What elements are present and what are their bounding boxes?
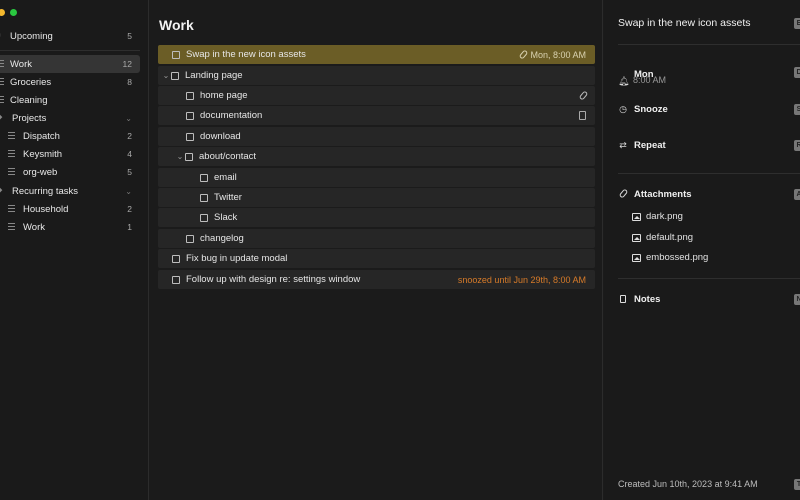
list-icon — [8, 223, 15, 231]
task-row[interactable]: ⌄ Landing page — [158, 66, 595, 85]
paperclip-icon — [618, 188, 628, 200]
sidebar-item-dispatch[interactable]: Dispatch 2 — [0, 127, 140, 145]
sidebar: ◌ Upcoming 5 Work 12 Groceries 8 Cleanin… — [0, 0, 149, 500]
list-icon — [0, 96, 4, 104]
sidebar-item-household[interactable]: Household 2 — [0, 200, 140, 218]
sidebar-item-work[interactable]: Work 12 — [0, 55, 140, 73]
task-row[interactable]: download — [158, 127, 595, 146]
list-icon — [0, 78, 4, 86]
task-row[interactable]: email — [158, 168, 595, 187]
due-date: Mon, 8:00 AM — [530, 49, 586, 60]
task-row[interactable]: home page — [158, 86, 595, 105]
list-icon — [8, 150, 15, 158]
task-detail-panel: Swap in the new icon assets E 🔔︎ Mon 8:0… — [604, 0, 800, 500]
sidebar-item-upcoming[interactable]: ◌ Upcoming 5 — [0, 27, 140, 45]
snooze-row[interactable]: ◷ Snooze — [618, 104, 668, 115]
zoom-button[interactable] — [10, 9, 17, 16]
task-checkbox[interactable] — [171, 71, 179, 80]
created-timestamp: Created Jun 10th, 2023 at 9:41 AM — [618, 479, 758, 489]
folder-icon: ◆ — [0, 187, 4, 195]
sidebar-item-keysmith[interactable]: Keysmith 4 — [0, 145, 140, 163]
task-checkbox[interactable] — [186, 91, 194, 100]
notes-row[interactable]: Notes — [618, 294, 660, 305]
attachment-item[interactable]: dark.png — [632, 211, 683, 222]
task-checkbox[interactable] — [172, 275, 180, 284]
divider — [618, 278, 800, 279]
document-icon — [579, 111, 586, 120]
sidebar-divider — [0, 50, 140, 51]
task-row[interactable]: Follow up with design re: settings windo… — [158, 270, 595, 289]
task-checkbox[interactable] — [172, 254, 180, 263]
task-row[interactable]: Fix bug in update modal — [158, 249, 595, 268]
paperclip-icon — [519, 49, 529, 60]
divider — [618, 44, 800, 45]
task-checkbox[interactable] — [200, 173, 208, 182]
list-icon — [0, 60, 4, 68]
paperclip-icon — [578, 90, 589, 101]
sidebar-item-org-web[interactable]: org-web 5 — [0, 163, 140, 181]
detail-title[interactable]: Swap in the new icon assets — [618, 17, 751, 29]
sidebar-item-cleaning[interactable]: Cleaning — [0, 91, 140, 109]
bell-icon: 🔔︎ — [618, 76, 630, 86]
image-icon — [632, 212, 641, 221]
reminder-time: 8:00 AM — [633, 75, 667, 85]
task-checkbox[interactable] — [200, 213, 208, 222]
shortcut-badge: S — [794, 104, 800, 115]
shortcut-badge: N — [794, 294, 800, 305]
snoozed-label: snoozed until Jun 29th, 8:00 AM — [457, 274, 586, 285]
image-icon — [632, 233, 641, 242]
shortcut-badge: E — [794, 18, 800, 29]
task-row[interactable]: changelog — [158, 229, 595, 248]
chevron-down-icon[interactable]: ⌄ — [176, 152, 184, 161]
folder-icon: ◆ — [0, 114, 4, 122]
minimize-button[interactable] — [0, 9, 5, 16]
repeat-row[interactable]: ⇄ Repeat — [618, 140, 665, 151]
sidebar-group-recurring-tasks[interactable]: ◆ Recurring tasks ⌄ — [0, 182, 140, 200]
task-checkbox[interactable] — [186, 234, 194, 243]
clock-icon: ◌ — [0, 32, 4, 40]
attachments-row[interactable]: Attachments — [618, 188, 692, 200]
attachment-item[interactable]: default.png — [632, 232, 693, 243]
chevron-down-icon[interactable]: ⌄ — [125, 114, 132, 123]
task-row[interactable]: Twitter — [158, 188, 595, 207]
task-checkbox[interactable] — [200, 193, 208, 202]
sidebar-group-projects[interactable]: ◆ Projects ⌄ — [0, 109, 140, 127]
list-icon — [8, 168, 15, 176]
task-checkbox[interactable] — [172, 50, 180, 59]
shortcut-badge: R — [794, 140, 800, 151]
task-checkbox[interactable] — [185, 152, 193, 161]
document-icon — [618, 294, 628, 305]
divider — [618, 173, 800, 174]
list-icon — [8, 205, 15, 213]
task-checkbox[interactable] — [186, 111, 194, 120]
task-checkbox[interactable] — [186, 132, 194, 141]
task-row[interactable]: ⌄ about/contact — [158, 147, 595, 166]
shortcut-badge: A — [794, 189, 800, 200]
task-row[interactable]: Swap in the new icon assets Mon, 8:00 AM — [158, 45, 595, 64]
shortcut-badge: D — [794, 67, 800, 78]
task-row[interactable]: Slack — [158, 208, 595, 227]
chevron-down-icon[interactable]: ⌄ — [125, 187, 132, 196]
shortcut-badge: T — [794, 479, 800, 490]
attachment-item[interactable]: embossed.png — [632, 252, 708, 263]
list-icon — [8, 132, 15, 140]
sidebar-item-groceries[interactable]: Groceries 8 — [0, 73, 140, 91]
clock-icon: ◷ — [619, 104, 627, 114]
task-list-pane: Work Swap in the new icon assets Mon, 8:… — [150, 0, 603, 500]
chevron-down-icon[interactable]: ⌄ — [162, 71, 170, 80]
window-controls — [0, 9, 17, 16]
sidebar-item-recurring-work[interactable]: Work 1 — [0, 218, 140, 236]
task-row[interactable]: documentation — [158, 106, 595, 125]
image-icon — [632, 253, 641, 262]
page-title: Work — [159, 17, 194, 33]
repeat-icon: ⇄ — [619, 140, 627, 150]
